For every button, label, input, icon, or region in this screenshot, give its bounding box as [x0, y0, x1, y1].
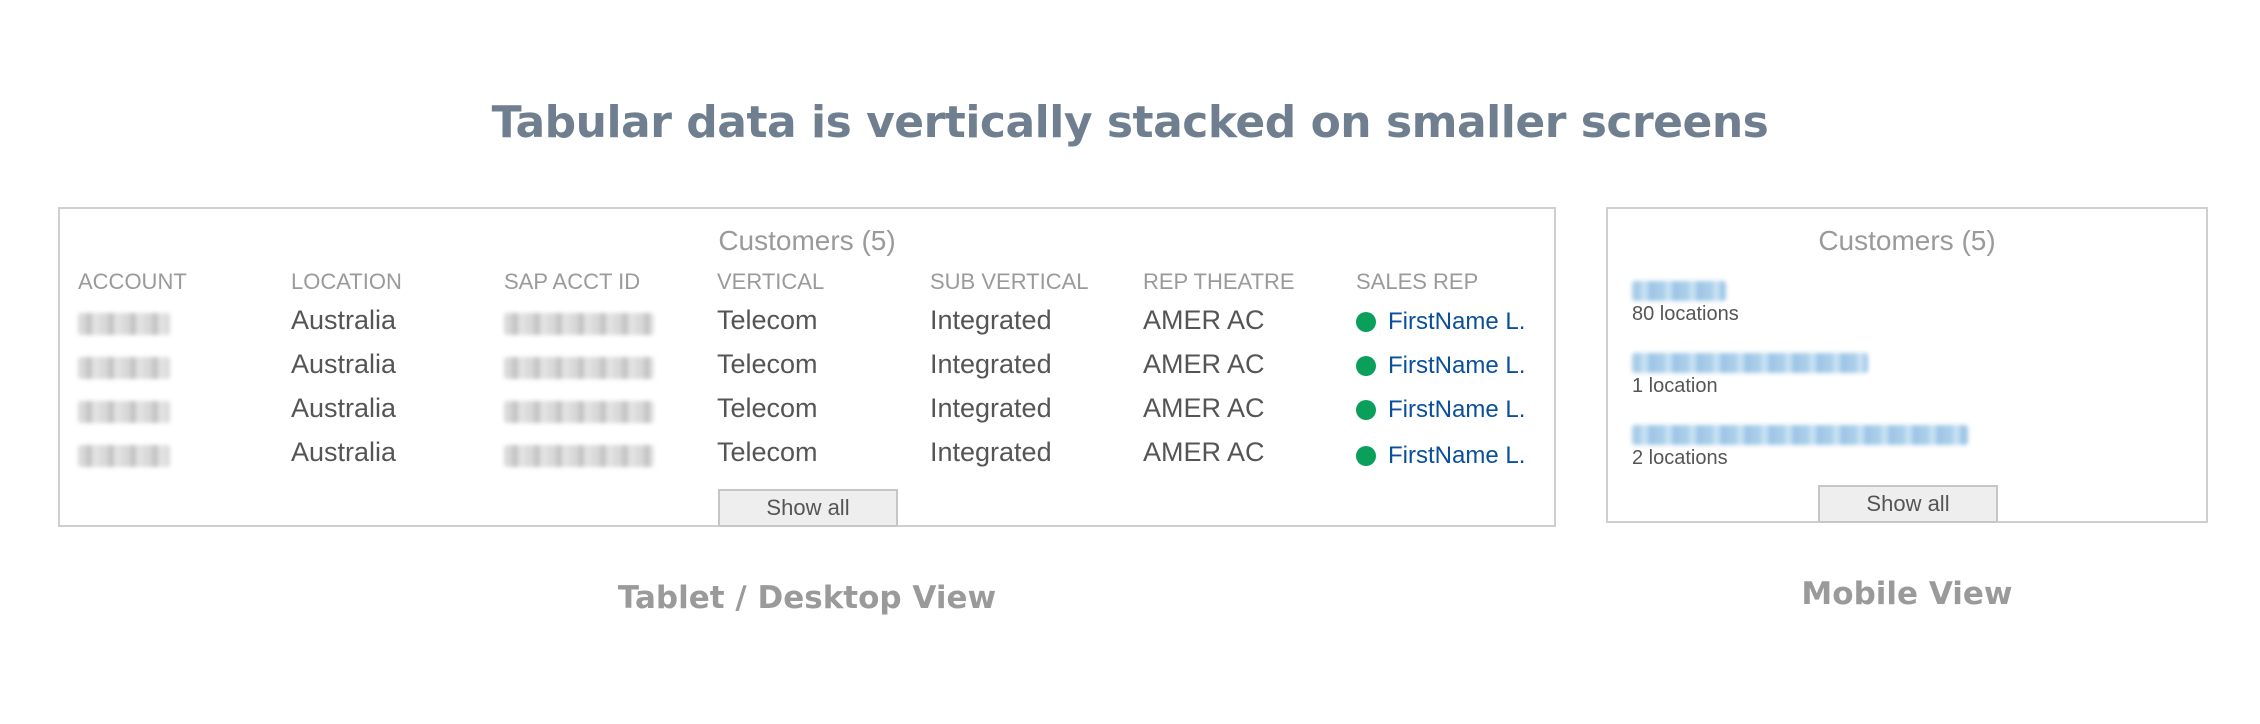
account-name-redacted[interactable]	[78, 313, 170, 335]
sub-vertical-cell: Integrated	[930, 437, 1052, 467]
vertical-cell: Telecom	[717, 437, 818, 467]
sales-rep-name[interactable]: FirstName L.	[1388, 308, 1525, 336]
sales-rep-link[interactable]: FirstName L.	[1356, 442, 1525, 470]
location-count: 2 locations	[1632, 447, 1728, 469]
desktop-customers-panel: Customers (5) ACCOUNT LOCATION SAP ACCT …	[58, 207, 1556, 527]
location-cell: Australia	[291, 437, 397, 467]
vertical-cell: Telecom	[717, 305, 818, 335]
location-count: 1 location	[1632, 375, 1718, 397]
rep-theatre-cell: AMER AC	[1143, 393, 1265, 423]
sales-rep-link[interactable]: FirstName L.	[1356, 308, 1525, 336]
column-header-rep-theatre[interactable]: REP THEATRE	[1143, 269, 1295, 295]
location-cell: Australia	[291, 349, 397, 379]
sap-acct-id-redacted	[504, 445, 654, 467]
sales-rep-link[interactable]: FirstName L.	[1356, 352, 1525, 380]
sap-acct-id-redacted	[504, 313, 654, 335]
account-name-redacted[interactable]	[78, 401, 170, 423]
show-all-button[interactable]: Show all	[718, 489, 898, 527]
sub-vertical-cell: Integrated	[930, 349, 1052, 379]
sap-acct-id-redacted	[504, 401, 654, 423]
status-dot-icon	[1356, 356, 1376, 376]
show-all-button[interactable]: Show all	[1818, 485, 1998, 523]
location-cell: Australia	[291, 305, 397, 335]
panel-title: Customers (5)	[718, 225, 896, 256]
vertical-cell: Telecom	[717, 393, 818, 423]
account-name-redacted[interactable]	[78, 357, 170, 379]
sales-rep-name[interactable]: FirstName L.	[1388, 396, 1525, 424]
column-header-sap-acct-id[interactable]: SAP ACCT ID	[504, 269, 640, 295]
rep-theatre-cell: AMER AC	[1143, 349, 1265, 379]
page-headline: Tabular data is vertically stacked on sm…	[491, 97, 1769, 148]
account-name-redacted[interactable]	[78, 445, 170, 467]
customer-name-redacted[interactable]	[1632, 281, 1726, 301]
desktop-view-caption: Tablet / Desktop View	[617, 580, 997, 616]
location-count: 80 locations	[1632, 303, 1739, 325]
sales-rep-name[interactable]: FirstName L.	[1388, 352, 1525, 380]
column-header-location[interactable]: LOCATION	[291, 269, 402, 295]
sap-acct-id-redacted	[504, 357, 654, 379]
customer-name-redacted[interactable]	[1632, 425, 1968, 445]
customer-name-redacted[interactable]	[1632, 353, 1868, 373]
status-dot-icon	[1356, 312, 1376, 332]
column-header-account[interactable]: ACCOUNT	[78, 269, 187, 295]
status-dot-icon	[1356, 446, 1376, 466]
mobile-customers-panel: Customers (5) 80 locations 1 location 2 …	[1606, 207, 2208, 523]
rep-theatre-cell: AMER AC	[1143, 437, 1265, 467]
panel-title: Customers (5)	[1818, 225, 1996, 256]
column-header-vertical[interactable]: VERTICAL	[717, 269, 824, 295]
status-dot-icon	[1356, 400, 1376, 420]
column-header-sub-vertical[interactable]: SUB VERTICAL	[930, 269, 1089, 295]
sales-rep-name[interactable]: FirstName L.	[1388, 442, 1525, 470]
column-header-sales-rep[interactable]: SALES REP	[1356, 269, 1478, 295]
sub-vertical-cell: Integrated	[930, 393, 1052, 423]
location-cell: Australia	[291, 393, 397, 423]
vertical-cell: Telecom	[717, 349, 818, 379]
rep-theatre-cell: AMER AC	[1143, 305, 1265, 335]
sales-rep-link[interactable]: FirstName L.	[1356, 396, 1525, 424]
sub-vertical-cell: Integrated	[930, 305, 1052, 335]
mobile-view-caption: Mobile View	[1801, 576, 2013, 612]
